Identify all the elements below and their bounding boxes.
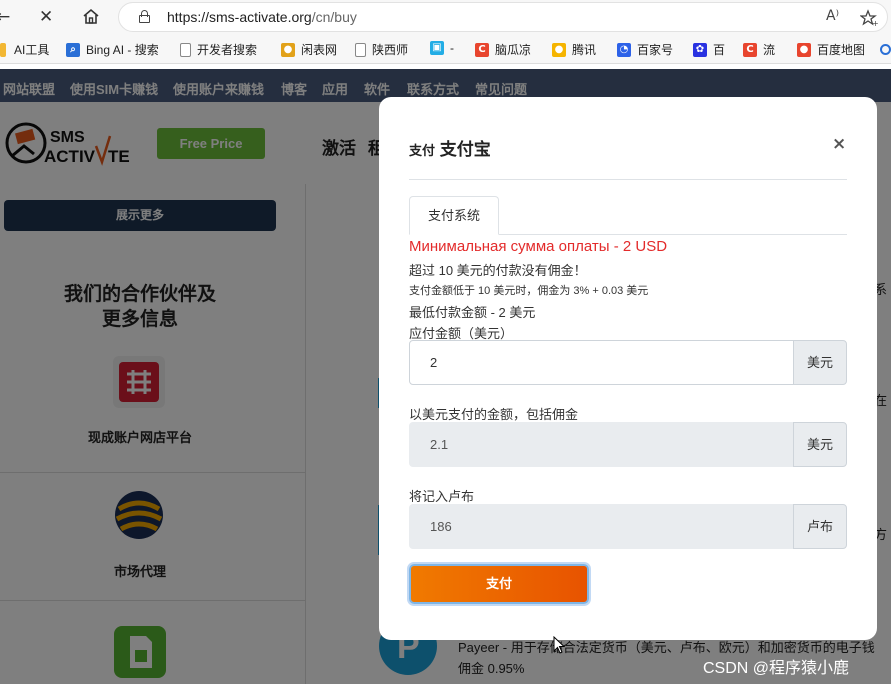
pay-button[interactable]: 支付	[409, 564, 589, 604]
paw-icon: ✿	[693, 42, 707, 57]
no-fee-info: 超过 10 美元的付款没有佣金！	[409, 263, 587, 278]
bookmark-item[interactable]: 陕西师	[355, 41, 408, 58]
add-favorite-icon[interactable]: +	[860, 9, 878, 27]
bookmark-item[interactable]: ● 百度地图	[797, 41, 865, 58]
bookmark-label: 百	[713, 43, 726, 57]
url-text[interactable]: https://sms-activate.org/cn/buy	[167, 9, 357, 25]
min-sum-warning: Минимальная сумма оплаты - 2 USD	[409, 238, 668, 255]
page-icon	[180, 42, 191, 57]
read-aloud-icon[interactable]: A⁾	[826, 8, 839, 24]
bookmark-item[interactable]: ✿ 百	[693, 41, 725, 58]
bookmark-item[interactable]: ● 闲表网	[281, 41, 337, 58]
amount-unit: 美元	[793, 340, 847, 385]
modal-divider	[409, 179, 847, 180]
bilibili-icon: ▣	[430, 41, 444, 55]
bookmark-item[interactable]: ⌕ Bing AI - 搜索	[66, 41, 159, 58]
page-icon	[355, 42, 366, 57]
bookmark-item[interactable]: AI工具	[0, 41, 49, 58]
bookmark-overflow-icon[interactable]	[880, 44, 891, 55]
bookmarks-bar: AI工具 ⌕ Bing AI - 搜索 开发者搜索 ● 闲表网 陕西师 ▣ - C 脑瓜凉 ● 腾讯 ◔ 百…	[0, 34, 891, 64]
bookmark-label: 开发者搜索	[197, 43, 258, 57]
bookmark-item[interactable]: C流	[743, 41, 775, 58]
address-bar[interactable]: https://sms-activate.org/cn/buy A⁾ +	[118, 2, 888, 32]
bell-icon: ●	[552, 42, 566, 57]
search-icon: ⌕	[66, 42, 80, 57]
folder-icon	[0, 42, 6, 57]
bookmark-label: 百度地图	[817, 43, 866, 57]
back-arrow-icon[interactable]: ←	[0, 7, 10, 27]
bookmark-item[interactable]: C 脑瓜凉	[475, 41, 531, 58]
bookmark-label: AI工具	[14, 43, 50, 57]
home-icon[interactable]	[82, 8, 100, 25]
baijia-icon: ◔	[617, 42, 631, 57]
rub-label: 将记入卢布	[409, 489, 475, 504]
watermark: CSDN @程序猿小鹿	[703, 660, 850, 677]
mouse-cursor-icon	[553, 636, 565, 654]
url-host: https://sms-activate.org	[167, 9, 312, 25]
svg-text:+: +	[872, 19, 878, 27]
c-icon: C	[743, 42, 757, 57]
bookmark-label: 流	[763, 43, 776, 57]
with-fee-unit: 美元	[793, 422, 847, 467]
close-button[interactable]: ×	[832, 135, 846, 153]
close-tab-icon[interactable]: ✕	[39, 7, 53, 27]
modal-title: 支付 支付宝	[409, 135, 491, 160]
bookmark-label: -	[450, 41, 454, 55]
rub-unit: 卢布	[793, 504, 847, 549]
rub-field: 186	[409, 504, 794, 549]
amount-input[interactable]: 2	[409, 340, 794, 385]
url-path: /cn/buy	[311, 9, 357, 25]
map-pin-icon: ●	[797, 42, 811, 57]
c-icon: C	[475, 42, 489, 57]
lock-icon[interactable]	[139, 10, 150, 23]
min-amount-info: 最低付款金额 - 2 美元	[409, 305, 536, 320]
bookmark-label: 陕西师	[372, 43, 409, 57]
bookmark-label: 百家号	[637, 43, 674, 57]
bookmark-item[interactable]: ◔ 百家号	[617, 41, 673, 58]
browser-toolbar: ← ✕ https://sms-activate.org/cn/buy A⁾ +	[0, 0, 891, 34]
bookmark-item[interactable]: ● 腾讯	[552, 41, 596, 58]
payment-modal: 支付 支付宝 × 支付系统 Минимальная сумма оплаты -…	[379, 97, 877, 640]
bookmark-item[interactable]: ▣ -	[430, 41, 454, 55]
bookmark-label: 闲表网	[301, 43, 338, 57]
bookmark-label: 脑瓜凉	[495, 43, 532, 57]
with-fee-label: 以美元支付的金额，包括佣金	[409, 407, 579, 422]
modal-title-method: 支付宝	[439, 140, 491, 159]
tab-payment-system[interactable]: 支付系统	[409, 196, 499, 235]
modal-title-prefix: 支付	[409, 143, 436, 158]
bookmark-label: Bing AI - 搜索	[86, 43, 159, 57]
medal-icon: ●	[281, 42, 295, 57]
bookmark-label: 腾讯	[572, 43, 597, 57]
with-fee-field: 2.1	[409, 422, 794, 467]
bookmark-item[interactable]: 开发者搜索	[180, 41, 257, 58]
fee-info: 支付金额低于 10 美元时，佣金为 3% + 0.03 美元	[409, 285, 649, 297]
